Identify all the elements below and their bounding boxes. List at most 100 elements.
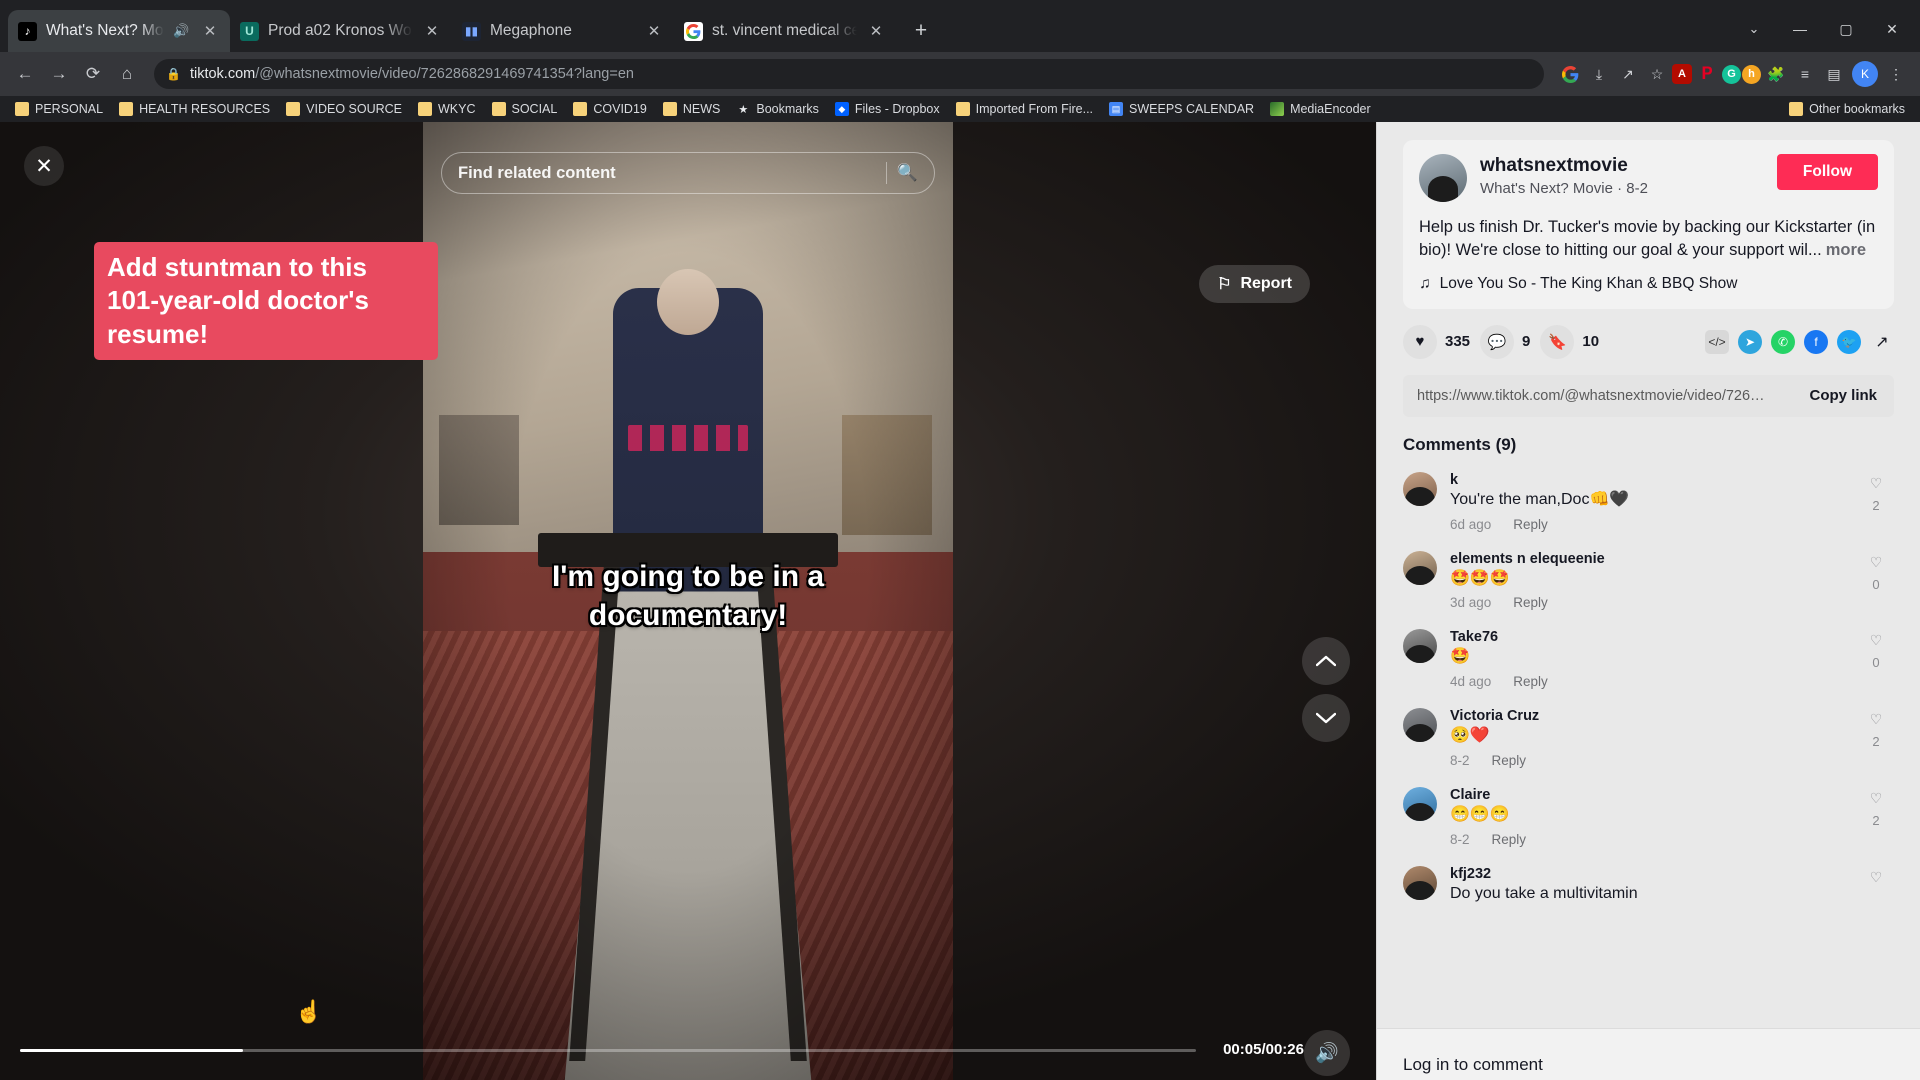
author-avatar[interactable]	[1419, 154, 1467, 202]
bookmark-covid19[interactable]: COVID19	[566, 99, 654, 119]
honey-icon[interactable]: h	[1742, 64, 1761, 84]
browser-tab-3[interactable]: st. vincent medical center clevela ✕	[674, 10, 896, 52]
home-button[interactable]: ⌂	[112, 59, 142, 89]
window-close-button[interactable]: ✕	[1870, 12, 1914, 46]
comment-stat[interactable]: 💬 9	[1480, 324, 1530, 359]
bookmark-wkyc[interactable]: WKYC	[411, 99, 483, 119]
copy-link-button[interactable]: Copy link	[1796, 387, 1890, 404]
commenter-name[interactable]: Claire	[1450, 787, 1845, 803]
comment-like-group[interactable]: ♡ 0	[1858, 551, 1894, 611]
bookmark-personal[interactable]: PERSONAL	[8, 99, 110, 119]
tab-close-button[interactable]: ✕	[422, 21, 442, 41]
heart-icon[interactable]: ♡	[1870, 475, 1883, 492]
bookmark-sweeps-calendar[interactable]: ▤ SWEEPS CALENDAR	[1102, 99, 1261, 119]
address-bar[interactable]: 🔒 tiktok.com/@whatsnextmovie/video/72628…	[154, 59, 1544, 89]
browser-tab-0[interactable]: ♪ What's Next? Movie (@what 🔊 ✕	[8, 10, 230, 52]
tab-search-button[interactable]: ⌄	[1732, 12, 1776, 46]
report-button[interactable]: ⚐ Report	[1199, 265, 1310, 303]
search-input[interactable]	[458, 163, 876, 183]
install-app-icon[interactable]: ⤓	[1585, 60, 1613, 88]
extension-puzzle-icon[interactable]: 🧩	[1762, 60, 1790, 88]
comment-reply-button[interactable]: Reply	[1513, 517, 1548, 532]
bookmark-mediaencoder[interactable]: MediaEncoder	[1263, 99, 1378, 119]
bookmark-stat[interactable]: 🔖 10	[1540, 324, 1599, 359]
heart-icon[interactable]: ♡	[1870, 554, 1883, 571]
bookmark-other-bookmarks[interactable]: Other bookmarks	[1782, 99, 1912, 119]
browser-tab-2[interactable]: ▮▮ Megaphone ✕	[452, 10, 674, 52]
follow-button[interactable]: Follow	[1776, 154, 1878, 190]
video-progress-bar[interactable]	[20, 1048, 1196, 1052]
comment-like-group[interactable]: ♡	[1858, 866, 1894, 905]
like-stat[interactable]: ♥ 335	[1403, 324, 1470, 359]
heart-icon[interactable]: ♡	[1870, 632, 1883, 649]
bookmark-news[interactable]: NEWS	[656, 99, 728, 119]
commenter-name[interactable]: Take76	[1450, 629, 1845, 645]
close-video-button[interactable]: ✕	[24, 146, 64, 186]
embed-code-icon[interactable]: </>	[1705, 329, 1729, 354]
find-related-content-search[interactable]: 🔍	[441, 152, 935, 194]
commenter-avatar[interactable]	[1403, 708, 1437, 743]
comment-reply-button[interactable]: Reply	[1492, 753, 1527, 768]
commenter-avatar[interactable]	[1403, 629, 1437, 664]
telegram-icon[interactable]: ➤	[1738, 329, 1762, 354]
tab-close-button[interactable]: ✕	[200, 21, 220, 41]
bookmark-files-dropbox[interactable]: ◆ Files - Dropbox	[828, 99, 947, 119]
browser-tab-1[interactable]: U Prod a02 Kronos Workforce Cent ✕	[230, 10, 452, 52]
share-icon[interactable]: ↗	[1614, 60, 1642, 88]
commenter-avatar[interactable]	[1403, 471, 1437, 506]
commenter-name[interactable]: Victoria Cruz	[1450, 708, 1845, 724]
bookmark-bookmarks[interactable]: ★ Bookmarks	[729, 99, 826, 119]
commenter-name[interactable]: k	[1450, 472, 1845, 488]
share-more-icon[interactable]: ↗	[1870, 330, 1894, 354]
chrome-menu-icon[interactable]: ⋮	[1882, 60, 1910, 88]
bookmark-star-icon[interactable]: ☆	[1643, 60, 1671, 88]
bookmark-imported-from-firefox[interactable]: Imported From Fire...	[949, 99, 1100, 119]
bookmark-health-resources[interactable]: HEALTH RESOURCES	[112, 99, 277, 119]
back-button[interactable]: ←	[10, 59, 40, 89]
comment-like-group[interactable]: ♡ 2	[1858, 472, 1894, 532]
heart-icon[interactable]: ♡	[1870, 869, 1883, 886]
comment-like-group[interactable]: ♡ 2	[1858, 708, 1894, 768]
reading-list-icon[interactable]: ≡	[1791, 60, 1819, 88]
profile-avatar[interactable]: K	[1852, 61, 1878, 87]
commenter-name[interactable]: kfj232	[1450, 866, 1845, 882]
new-tab-button[interactable]: +	[904, 14, 938, 48]
twitter-icon[interactable]: 🐦	[1837, 329, 1861, 354]
reload-button[interactable]: ⟳	[78, 59, 108, 89]
comment-reply-button[interactable]: Reply	[1513, 595, 1548, 610]
tab-mute-icon[interactable]: 🔊	[173, 23, 191, 39]
commenter-avatar[interactable]	[1403, 865, 1437, 900]
sidepanel-icon[interactable]: ▤	[1820, 60, 1848, 88]
comment-reply-button[interactable]: Reply	[1492, 832, 1527, 847]
commenter-name[interactable]: elements n elequeenie	[1450, 551, 1845, 567]
minimize-button[interactable]: —	[1778, 12, 1822, 46]
pinterest-icon[interactable]: 𝐏	[1693, 60, 1721, 88]
comment-reply-button[interactable]: Reply	[1513, 674, 1548, 689]
comment-like-group[interactable]: ♡ 2	[1858, 787, 1894, 847]
heart-icon[interactable]: ♡	[1870, 711, 1883, 728]
bookmark-social[interactable]: SOCIAL	[485, 99, 565, 119]
commenter-avatar[interactable]	[1403, 550, 1437, 585]
volume-button[interactable]: 🔊	[1304, 1030, 1350, 1076]
adobe-acrobat-icon[interactable]: A	[1672, 64, 1692, 84]
commenter-avatar[interactable]	[1403, 787, 1437, 822]
forward-button[interactable]: →	[44, 59, 74, 89]
facebook-icon[interactable]: f	[1804, 329, 1828, 354]
heart-icon[interactable]: ♡	[1870, 790, 1883, 807]
comments-list[interactable]: k You're the man,Doc👊🖤 6d ago Reply ♡ 2 …	[1377, 463, 1920, 1028]
maximize-button[interactable]: ▢	[1824, 12, 1868, 46]
previous-video-button[interactable]	[1302, 637, 1350, 685]
search-icon[interactable]: 🔍	[897, 163, 918, 183]
comment-like-group[interactable]: ♡ 0	[1858, 629, 1894, 689]
music-row[interactable]: ♫ Love You So - The King Khan & BBQ Show	[1419, 275, 1878, 293]
tab-close-button[interactable]: ✕	[866, 21, 886, 41]
next-video-button[interactable]	[1302, 694, 1350, 742]
google-lens-icon[interactable]	[1556, 60, 1584, 88]
more-link[interactable]: more	[1826, 241, 1866, 259]
tab-close-button[interactable]: ✕	[644, 21, 664, 41]
grammarly-icon[interactable]: G	[1722, 64, 1741, 84]
author-handle[interactable]: whatsnextmovie	[1480, 154, 1764, 178]
whatsapp-icon[interactable]: ✆	[1771, 329, 1795, 354]
log-in-to-comment-link[interactable]: Log in to comment	[1403, 1055, 1543, 1075]
bookmark-video-source[interactable]: VIDEO SOURCE	[279, 99, 409, 119]
